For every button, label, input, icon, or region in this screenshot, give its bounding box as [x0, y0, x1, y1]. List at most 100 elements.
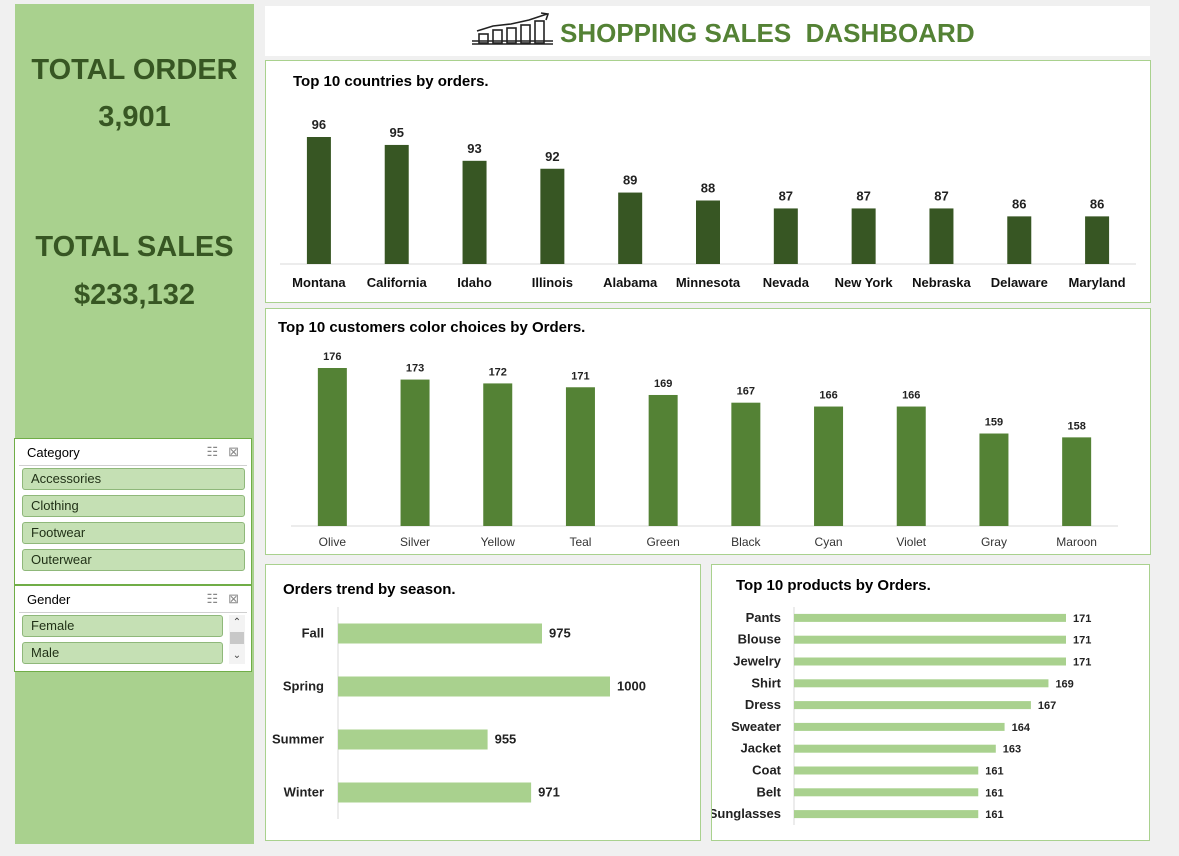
bar-blouse [794, 635, 1066, 644]
data-label: 158 [1067, 420, 1085, 432]
clear-filter-icon[interactable]: ⊠ [228, 591, 239, 607]
data-label: 86 [1090, 196, 1104, 211]
data-label: 172 [489, 366, 507, 378]
bar-olive [317, 368, 347, 526]
category-label: Nebraska [912, 275, 971, 290]
data-label: 87 [934, 188, 948, 203]
data-label: 161 [985, 766, 1003, 778]
category-label: Teal [569, 535, 591, 549]
data-label: 88 [701, 181, 715, 196]
data-label: 166 [819, 390, 837, 402]
scroll-up-icon[interactable]: ⌃ [229, 615, 245, 631]
category-label: Gray [981, 535, 1007, 549]
bar-maryland [1085, 216, 1110, 264]
scroll-down-icon[interactable]: ⌄ [229, 648, 245, 664]
category-item-footwear[interactable]: Footwear [22, 522, 245, 544]
category-label: Sunglasses [712, 806, 781, 821]
gender-slicer-title: Gender [27, 591, 71, 607]
bar-illinois [540, 168, 565, 264]
data-label: 87 [856, 188, 870, 203]
multi-select-icon[interactable]: ☷ [206, 591, 218, 607]
data-label: 89 [623, 173, 637, 188]
dashboard-header: SHOPPING SALES DASHBOARD [265, 6, 1150, 56]
bar-shirt [794, 679, 1049, 688]
bar-teal [565, 387, 595, 526]
category-label: Sweater [731, 719, 781, 734]
category-label: Fall [302, 626, 324, 641]
category-label: Minnesota [676, 275, 741, 290]
data-label: 161 [985, 787, 1003, 799]
data-label: 169 [654, 378, 672, 390]
data-label: 96 [312, 117, 326, 132]
data-label: 171 [1073, 613, 1091, 625]
total-sales-value: $233,132 [74, 279, 195, 311]
bar-new-york [851, 208, 876, 264]
products-chart: 171 Pants 171 Blouse 171 Jewelry 169 Shirt 167 Dr… [712, 607, 1091, 825]
category-item-outerwear[interactable]: Outerwear [22, 549, 245, 571]
bar-spring [338, 676, 610, 697]
bar-yellow [483, 383, 513, 526]
bar-sunglasses [794, 810, 979, 819]
category-slicer-title: Category [27, 444, 80, 460]
data-label: 171 [1073, 657, 1091, 669]
category-label: Blouse [738, 632, 781, 647]
sales-chart-icon [472, 12, 553, 45]
data-label: 159 [985, 417, 1003, 429]
bar-maroon [1062, 437, 1092, 526]
gender-slicer: Gender ☷ ⊠ Female Male ⌃ ⌄ [14, 585, 252, 672]
data-label: 955 [495, 732, 517, 747]
category-label: Violet [896, 535, 926, 549]
bar-coat [794, 766, 979, 775]
category-label: Maroon [1056, 535, 1097, 549]
bar-pants [794, 613, 1066, 622]
data-label: 166 [902, 390, 920, 402]
bar-green [648, 394, 678, 526]
data-label: 87 [779, 188, 793, 203]
data-label: 1000 [617, 679, 646, 694]
countries-chart-panel: Top 10 countries by orders. 96 Montana 95 C… [265, 60, 1151, 303]
total-order-value: 3,901 [98, 101, 171, 133]
category-item-accessories[interactable]: Accessories [22, 468, 245, 490]
bar-delaware [1007, 216, 1032, 264]
bar-belt [794, 788, 979, 797]
bar-jacket [794, 744, 996, 753]
category-label: Illinois [532, 275, 573, 290]
bar-california [384, 144, 409, 264]
gender-item-male[interactable]: Male [22, 642, 223, 664]
gender-slicer-scrollbar[interactable]: ⌃ ⌄ [229, 615, 245, 664]
category-label: Shirt [751, 675, 781, 690]
category-item-clothing[interactable]: Clothing [22, 495, 245, 517]
data-label: 971 [538, 785, 560, 800]
multi-select-icon[interactable]: ☷ [206, 444, 218, 460]
scroll-thumb[interactable] [230, 632, 244, 644]
data-label: 161 [985, 809, 1003, 821]
data-label: 171 [571, 370, 589, 382]
clear-filter-icon[interactable]: ⊠ [228, 444, 239, 460]
gender-item-female[interactable]: Female [22, 615, 223, 637]
bar-dress [794, 701, 1031, 710]
bar-fall [338, 623, 542, 644]
category-label: Summer [272, 732, 324, 747]
category-label: Delaware [991, 275, 1048, 290]
bar-winter [338, 782, 532, 803]
bar-minnesota [696, 200, 720, 264]
bar-nevada [773, 208, 798, 264]
bar-summer [338, 729, 488, 750]
bar-silver [400, 379, 430, 526]
category-label: Nevada [763, 275, 810, 290]
category-label: Belt [756, 784, 781, 799]
data-label: 171 [1073, 635, 1091, 647]
bar-montana [306, 137, 331, 264]
bar-black [731, 402, 761, 526]
category-label: New York [835, 275, 894, 290]
bar-sweater [794, 722, 1005, 731]
category-label: Silver [400, 535, 430, 549]
products-chart-panel: Top 10 products by Orders. 171 Pants 171 Bl… [711, 564, 1150, 841]
category-label: Green [646, 535, 679, 549]
season-chart: 975 Fall 1000 Spring 955 Summer 971 Winter [272, 607, 646, 819]
bar-gray [979, 433, 1009, 526]
category-label: Idaho [457, 275, 492, 290]
countries-chart: 96 Montana 95 California 93 Idaho 92 Illinois 89… [280, 117, 1136, 290]
bar-violet [896, 406, 926, 526]
data-label: 169 [1055, 678, 1073, 690]
